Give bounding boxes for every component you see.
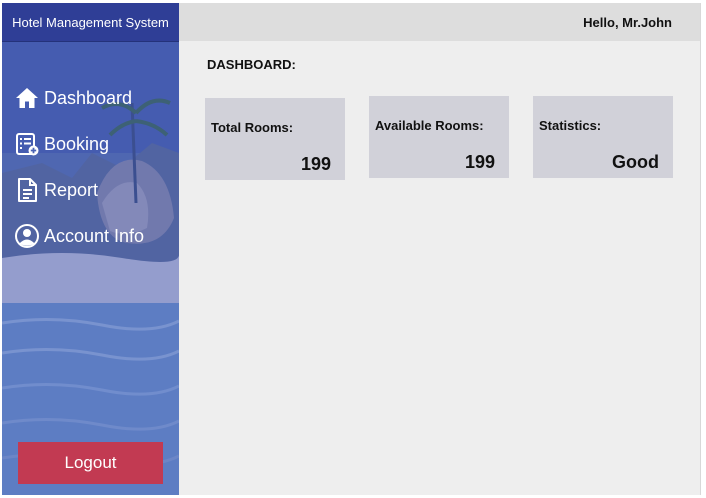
card-value: Good: [612, 152, 659, 172]
sidebar: Hotel Management System Dashboard Bookin…: [2, 3, 179, 495]
card-value: 199: [300, 154, 331, 174]
sidebar-item-booking[interactable]: Booking: [14, 121, 144, 167]
app-title: Hotel Management System: [2, 3, 179, 42]
document-icon: [14, 177, 40, 203]
sidebar-item-label: Account Info: [44, 225, 145, 246]
user-circle-icon: [14, 223, 40, 249]
page-title: DASHBOARD:: [207, 57, 296, 72]
sidebar-item-label: Report: [44, 179, 99, 200]
sidebar-item-report[interactable]: Report: [14, 167, 144, 213]
total-rooms-card: Total Rooms: 199: [205, 98, 345, 180]
card-label: Total Rooms:: [211, 120, 294, 135]
sidebar-item-label: Dashboard: [44, 87, 133, 108]
card-label: Statistics:: [539, 118, 602, 133]
available-rooms-card: Available Rooms: 199: [369, 96, 509, 178]
sidebar-item-dashboard[interactable]: Dashboard: [14, 75, 144, 121]
home-icon: [14, 85, 40, 111]
sidebar-item-label: Booking: [44, 133, 110, 154]
card-value: 199: [464, 152, 495, 172]
booking-list-icon: [14, 131, 40, 157]
header-bar: Hello, Mr.John: [179, 3, 700, 41]
user-greeting: Hello, Mr.John: [583, 15, 672, 30]
statistics-card: Statistics: Good: [533, 96, 673, 178]
sidebar-item-account-info[interactable]: Account Info: [14, 213, 144, 259]
app-window: Hotel Management System Dashboard Bookin…: [2, 3, 701, 495]
logout-button[interactable]: Logout: [18, 442, 163, 484]
card-label: Available Rooms:: [375, 118, 484, 133]
sidebar-nav: Dashboard Booking Report Account Info: [14, 75, 144, 259]
